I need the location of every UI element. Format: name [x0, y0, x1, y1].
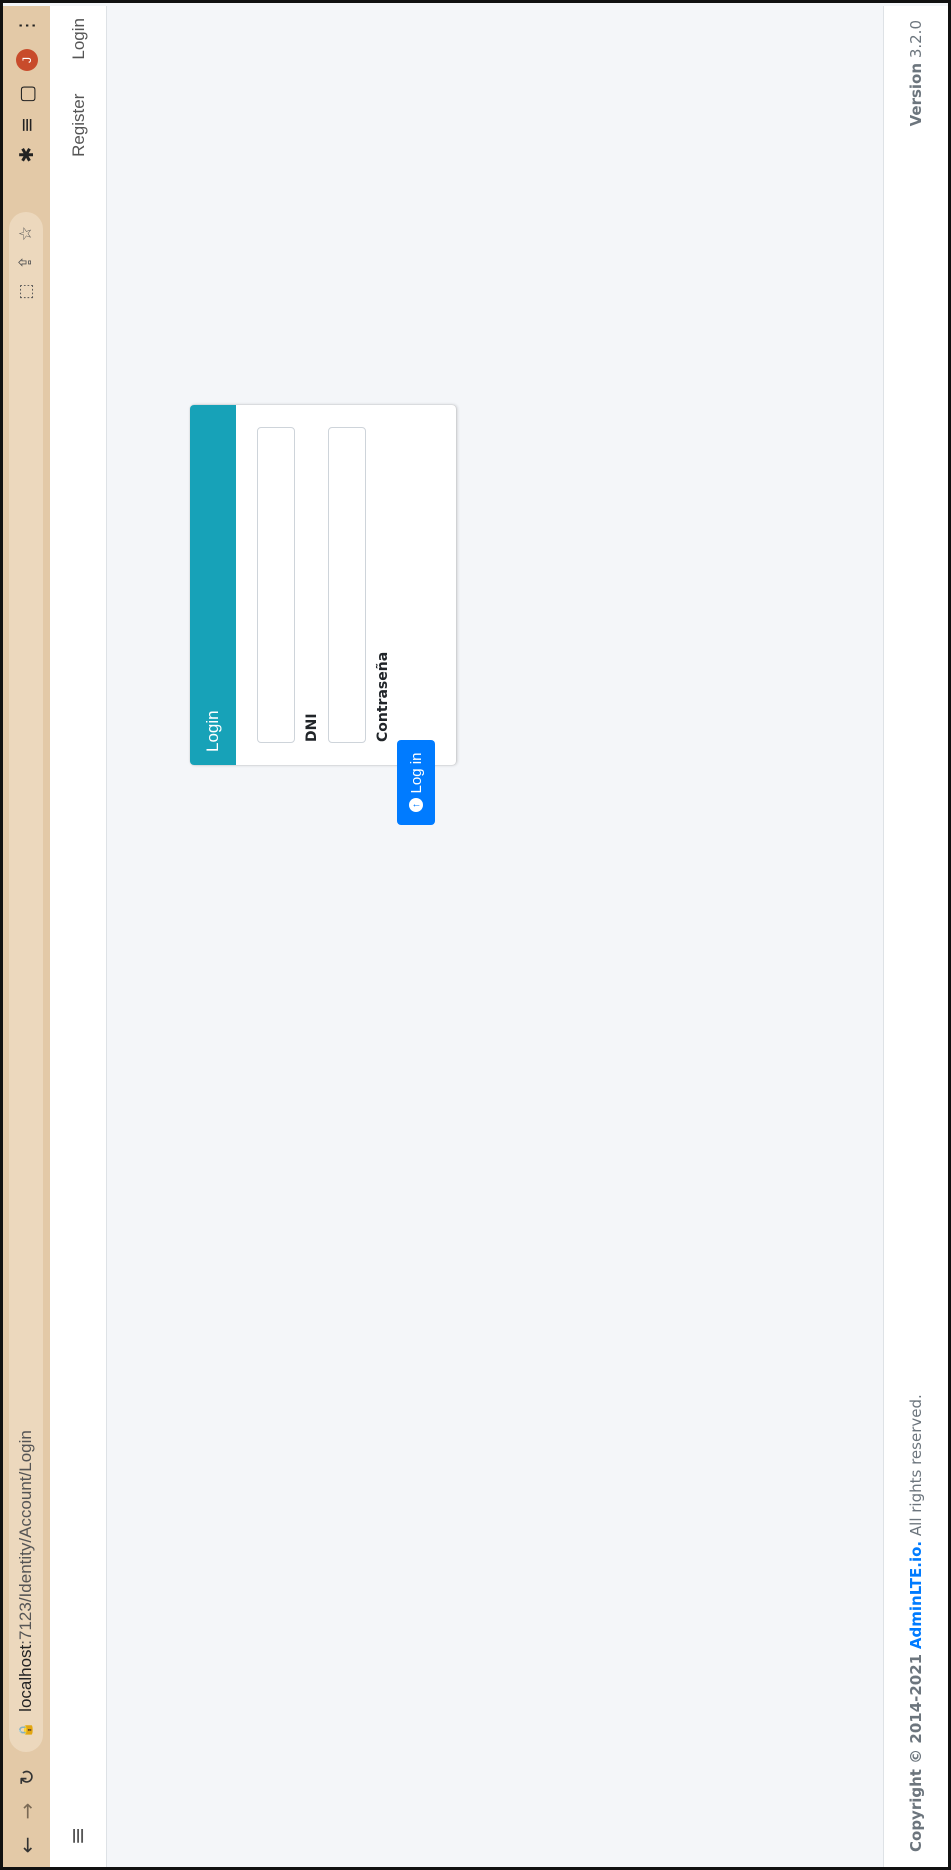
dni-label: DNI [304, 713, 320, 742]
share-icon[interactable]: ⇪ [16, 255, 36, 269]
version-label: Version [907, 62, 925, 127]
sidepanel-icon[interactable]: ▢ [16, 85, 38, 103]
login-button[interactable]: ↑ Log in [397, 740, 435, 825]
screenshot-frame: ← → ↻ 🔒 localhost:7123/Identity/Account/… [0, 0, 951, 1870]
media-queue-icon[interactable]: ≡ [16, 117, 38, 133]
version-text: Version 3.2.0 [907, 20, 925, 126]
card-title: Login [190, 405, 236, 765]
dni-input[interactable] [257, 427, 295, 743]
login-link[interactable]: Login [69, 18, 89, 60]
url-path: :7123/Identity/Account/Login [16, 1430, 35, 1645]
bookmark-star-icon[interactable]: ☆ [16, 226, 36, 241]
browser-toolbar: ← → ↻ 🔒 localhost:7123/Identity/Account/… [3, 6, 50, 1867]
password-label: Contraseña [375, 651, 391, 742]
rights-text: All rights reserved. [907, 1394, 925, 1537]
back-icon[interactable]: ← [15, 1828, 39, 1862]
copyright-text: Copyright © 2014-2021 AdminLTE.io. All r… [907, 1394, 925, 1852]
forward-icon[interactable]: → [15, 1794, 39, 1828]
login-button-label: Log in [407, 752, 425, 794]
menu-kebab-icon[interactable]: ⋮ [16, 16, 38, 35]
camera-icon[interactable]: ⬚ [16, 284, 36, 300]
adminlte-link[interactable]: AdminLTE.io. [907, 1541, 925, 1649]
version-number: 3.2.0 [907, 20, 925, 59]
register-link[interactable]: Register [69, 94, 89, 157]
address-bar[interactable]: 🔒 localhost:7123/Identity/Account/Login … [9, 212, 43, 1752]
login-card: Login DNI Contraseña [190, 405, 456, 765]
page-stage: ← → ↻ 🔒 localhost:7123/Identity/Account/… [3, 6, 948, 1867]
lock-icon: 🔒 [18, 1721, 34, 1738]
extensions-icon[interactable]: ✱ [16, 147, 38, 163]
page-footer: Copyright © 2014-2021 AdminLTE.io. All r… [883, 6, 948, 1867]
profile-avatar[interactable]: J [15, 49, 38, 71]
reload-icon[interactable]: ↻ [15, 1760, 39, 1794]
copyright-prefix: Copyright © 2014-2021 [907, 1653, 925, 1852]
password-input[interactable] [328, 427, 366, 743]
arrow-circle-up-icon: ↑ [409, 798, 423, 813]
hamburger-menu-icon[interactable]: ≡ [66, 1827, 91, 1845]
app-navbar: ≡ Register Login [50, 6, 107, 1867]
url-text: localhost:7123/Identity/Account/Login [16, 1430, 36, 1712]
url-host: localhost [16, 1644, 35, 1712]
